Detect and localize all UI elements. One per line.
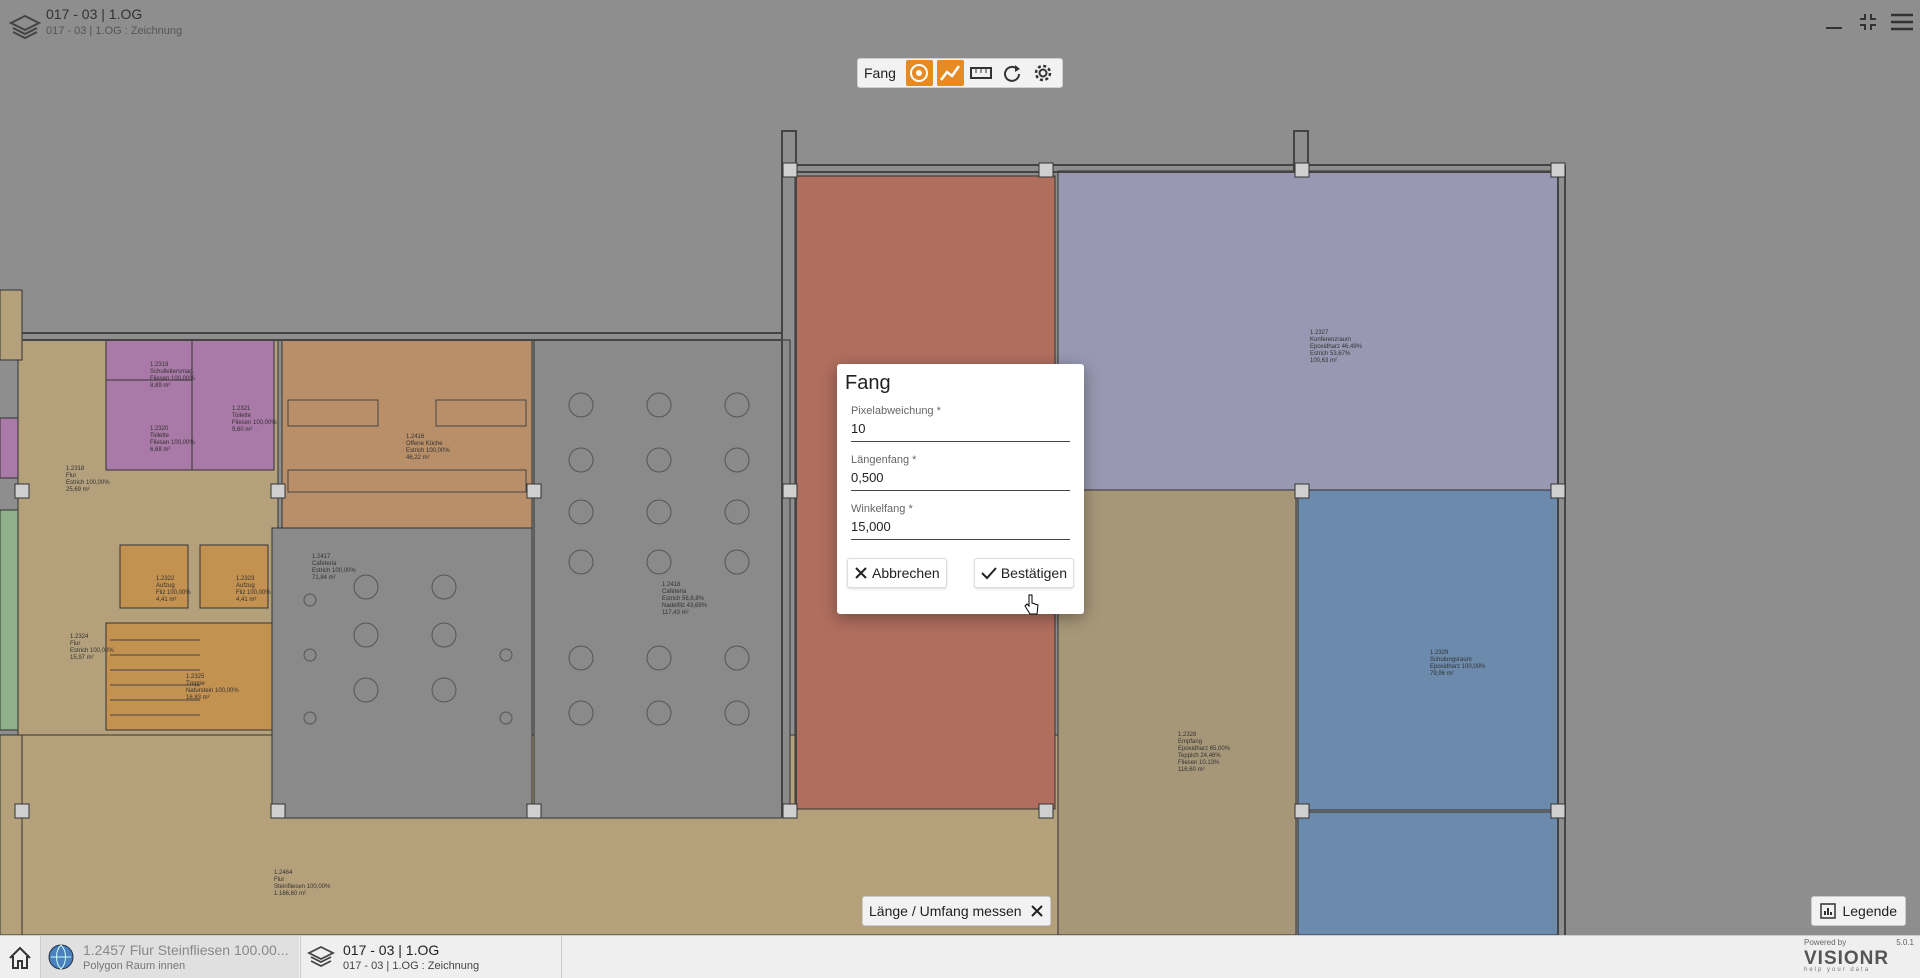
polyline-snap-icon[interactable] [936, 60, 964, 86]
selected-room-subtitle: Polygon Raum innen [83, 960, 186, 972]
room-1-2329[interactable] [1297, 489, 1559, 811]
close-icon [855, 567, 867, 579]
selected-room-title: 1.2457 Flur Steinfliesen 100.00... [83, 942, 289, 958]
room-1-2320[interactable] [105, 379, 193, 471]
room-1-2321[interactable] [191, 339, 275, 471]
measure-label: Länge / Umfang messen [869, 903, 1022, 919]
svg-text:Fliesen 100,00%: Fliesen 100,00% [150, 440, 195, 446]
layers-icon[interactable] [8, 10, 42, 44]
version-text: 5.0.1 [1896, 938, 1914, 947]
ruler-icon[interactable] [968, 60, 995, 86]
target-snap-icon[interactable] [905, 60, 933, 86]
legend-button[interactable]: Legende [1811, 896, 1906, 926]
hamburger-menu-icon[interactable] [1888, 8, 1916, 36]
angle-snap-field: Winkelfang * [851, 503, 1070, 540]
svg-text:8,89 m²: 8,89 m² [150, 383, 170, 389]
svg-text:Toilette: Toilette [232, 413, 252, 419]
pixel-deviation-input[interactable] [851, 419, 1070, 438]
room-label: 1.2319 [150, 362, 169, 368]
room-1-2323[interactable] [199, 544, 269, 609]
legend-label: Legende [1842, 903, 1897, 919]
collapse-icon[interactable] [1854, 8, 1882, 36]
rotate-icon[interactable] [998, 60, 1025, 86]
snap-settings-dialog: Fang Pixelabweichung * Längenfang * Wink… [837, 364, 1084, 614]
svg-text:Schulleitersmag.: Schulleitersmag. [150, 369, 195, 375]
snap-toolbar: Fang [857, 58, 1063, 88]
field-label: Längenfang * [851, 454, 917, 466]
close-icon[interactable] [1030, 904, 1044, 918]
confirm-button[interactable]: Bestätigen [973, 558, 1074, 588]
room-1-2418[interactable] [533, 339, 791, 819]
svg-text:Fliesen 100,00%: Fliesen 100,00% [232, 420, 277, 426]
svg-text:Fliesen 100,00%: Fliesen 100,00% [150, 376, 195, 382]
svg-text:1.2321: 1.2321 [232, 406, 251, 412]
measure-length-chip[interactable]: Länge / Umfang messen [862, 896, 1051, 926]
cancel-label: Abbrechen [872, 565, 940, 581]
svg-text:9,60 m²: 9,60 m² [232, 427, 252, 433]
drawing-item[interactable]: 017 - 03 | 1.OG 017 - 03 | 1.OG : Zeichn… [300, 936, 562, 978]
confirm-label: Bestätigen [1000, 565, 1067, 581]
drawing-title: 017 - 03 | 1.OG [343, 942, 440, 958]
snap-toolbar-label: Fang [864, 65, 896, 81]
svg-text:Toilette: Toilette [150, 433, 170, 439]
drawing-subtitle: 017 - 03 | 1.OG : Zeichnung [343, 960, 480, 972]
project-title: 017 - 03 | 1.OG [46, 6, 143, 22]
angle-snap-input[interactable] [851, 517, 1070, 536]
powered-by-text: Powered by [1804, 938, 1847, 947]
home-icon[interactable] [6, 944, 34, 972]
top-bar: 017 - 03 | 1.OG 017 - 03 | 1.OG : Zeichn… [0, 0, 1920, 50]
length-snap-field: Längenfang * [851, 454, 1070, 491]
field-label: Winkelfang * [851, 503, 913, 515]
bottom-bar: 1.2457 Flur Steinfliesen 100.00... Polyg… [0, 935, 1920, 978]
layers-icon [307, 945, 335, 968]
pixel-deviation-field: Pixelabweichung * [851, 405, 1070, 442]
room-1-2417[interactable] [271, 527, 533, 819]
globe-icon [48, 944, 74, 970]
selected-room-item[interactable]: 1.2457 Flur Steinfliesen 100.00... Polyg… [40, 936, 299, 978]
gear-icon[interactable] [1029, 60, 1056, 86]
dialog-title: Fang [845, 372, 891, 394]
field-label: Pixelabweichung * [851, 405, 941, 417]
room-1-2327[interactable] [1057, 170, 1559, 491]
room-1-2322[interactable] [119, 544, 189, 609]
minimize-icon[interactable] [1820, 8, 1848, 36]
svg-text:6,68 m²: 6,68 m² [150, 447, 170, 453]
mouse-cursor [1024, 594, 1039, 615]
cancel-button[interactable]: Abbrechen [847, 558, 947, 588]
project-subtitle: 017 - 03 | 1.OG : Zeichnung [46, 25, 183, 37]
logo-tagline: help your data [1804, 967, 1871, 973]
svg-text:1.2319: 1.2319 [150, 362, 169, 368]
svg-text:1.2320: 1.2320 [150, 426, 169, 432]
length-snap-input[interactable] [851, 468, 1070, 487]
visionr-logo: Powered by 5.0.1 VISIONR help your data [1804, 938, 1914, 976]
room-1-2328[interactable] [1057, 489, 1297, 936]
check-icon [981, 567, 997, 580]
chart-icon [1820, 903, 1837, 919]
